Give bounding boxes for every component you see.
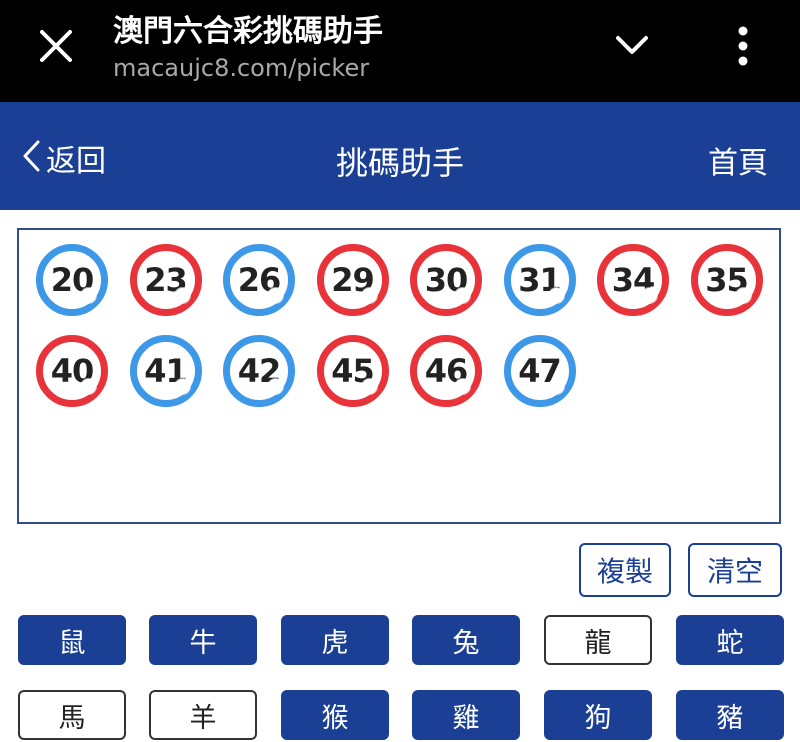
number-ball[interactable]: 34 (597, 244, 669, 316)
ball-shine (548, 379, 564, 394)
ball-shine (642, 288, 657, 303)
more-vert-icon[interactable] (730, 24, 756, 68)
number-ball[interactable]: 47 (503, 335, 576, 407)
ball-shine (361, 379, 377, 394)
number-ball[interactable]: 26 (223, 244, 295, 316)
header-title: 挑碼助手 (335, 144, 464, 182)
ball-shine (455, 288, 470, 303)
number-ball[interactable]: 20 (36, 244, 108, 316)
selected-numbers-panel: 20 23 26 29 30 31 34 35 40 41 42 45 46 47 (17, 228, 781, 524)
zodiac-button[interactable]: 鼠 (18, 615, 126, 665)
browser-bar: 澳門六合彩挑碼助手 macaujc8.com/picker (0, 0, 800, 102)
zodiac-button[interactable]: 豬 (676, 690, 784, 740)
zodiac-button[interactable]: 蛇 (676, 615, 784, 665)
ball-shine (81, 288, 96, 303)
number-ball[interactable]: 46 (410, 335, 482, 407)
ball-shine (735, 288, 751, 303)
zodiac-button[interactable]: 羊 (149, 690, 257, 740)
ball-shine (81, 379, 96, 394)
app-header: 返回 挑碼助手 首頁 (0, 102, 800, 210)
zodiac-button[interactable]: 龍 (544, 615, 652, 665)
zodiac-button[interactable]: 雞 (412, 690, 520, 740)
number-ball[interactable]: 40 (36, 335, 108, 407)
clear-button[interactable]: 清空 (688, 543, 782, 597)
ball-shine (268, 288, 283, 303)
chevron-down-icon[interactable] (612, 30, 652, 62)
ball-shine (548, 288, 564, 303)
number-ball[interactable]: 29 (316, 244, 389, 316)
zodiac-button[interactable]: 虎 (281, 615, 389, 665)
close-icon[interactable] (36, 26, 76, 66)
number-ball[interactable]: 23 (129, 244, 202, 316)
ball-shine (174, 379, 190, 394)
zodiac-button[interactable]: 狗 (544, 690, 652, 740)
number-ball[interactable]: 45 (316, 335, 389, 407)
ball-shine (455, 379, 470, 394)
zodiac-button[interactable]: 牛 (149, 615, 257, 665)
browser-page-title: 澳門六合彩挑碼助手 (113, 14, 383, 49)
ball-shine (268, 379, 283, 394)
number-ball[interactable]: 31 (503, 244, 576, 316)
zodiac-button[interactable]: 兔 (412, 615, 520, 665)
number-ball[interactable]: 41 (129, 335, 202, 407)
number-ball[interactable]: 42 (223, 335, 295, 407)
home-button[interactable]: 首頁 (708, 138, 768, 182)
copy-button[interactable]: 複製 (579, 543, 671, 597)
zodiac-button[interactable]: 馬 (18, 690, 126, 740)
ball-shine (174, 288, 190, 303)
number-ball[interactable]: 30 (410, 244, 482, 316)
zodiac-button[interactable]: 猴 (281, 690, 389, 740)
browser-url[interactable]: macaujc8.com/picker (113, 54, 369, 82)
ball-shine (361, 288, 377, 303)
number-ball[interactable]: 35 (690, 244, 763, 316)
